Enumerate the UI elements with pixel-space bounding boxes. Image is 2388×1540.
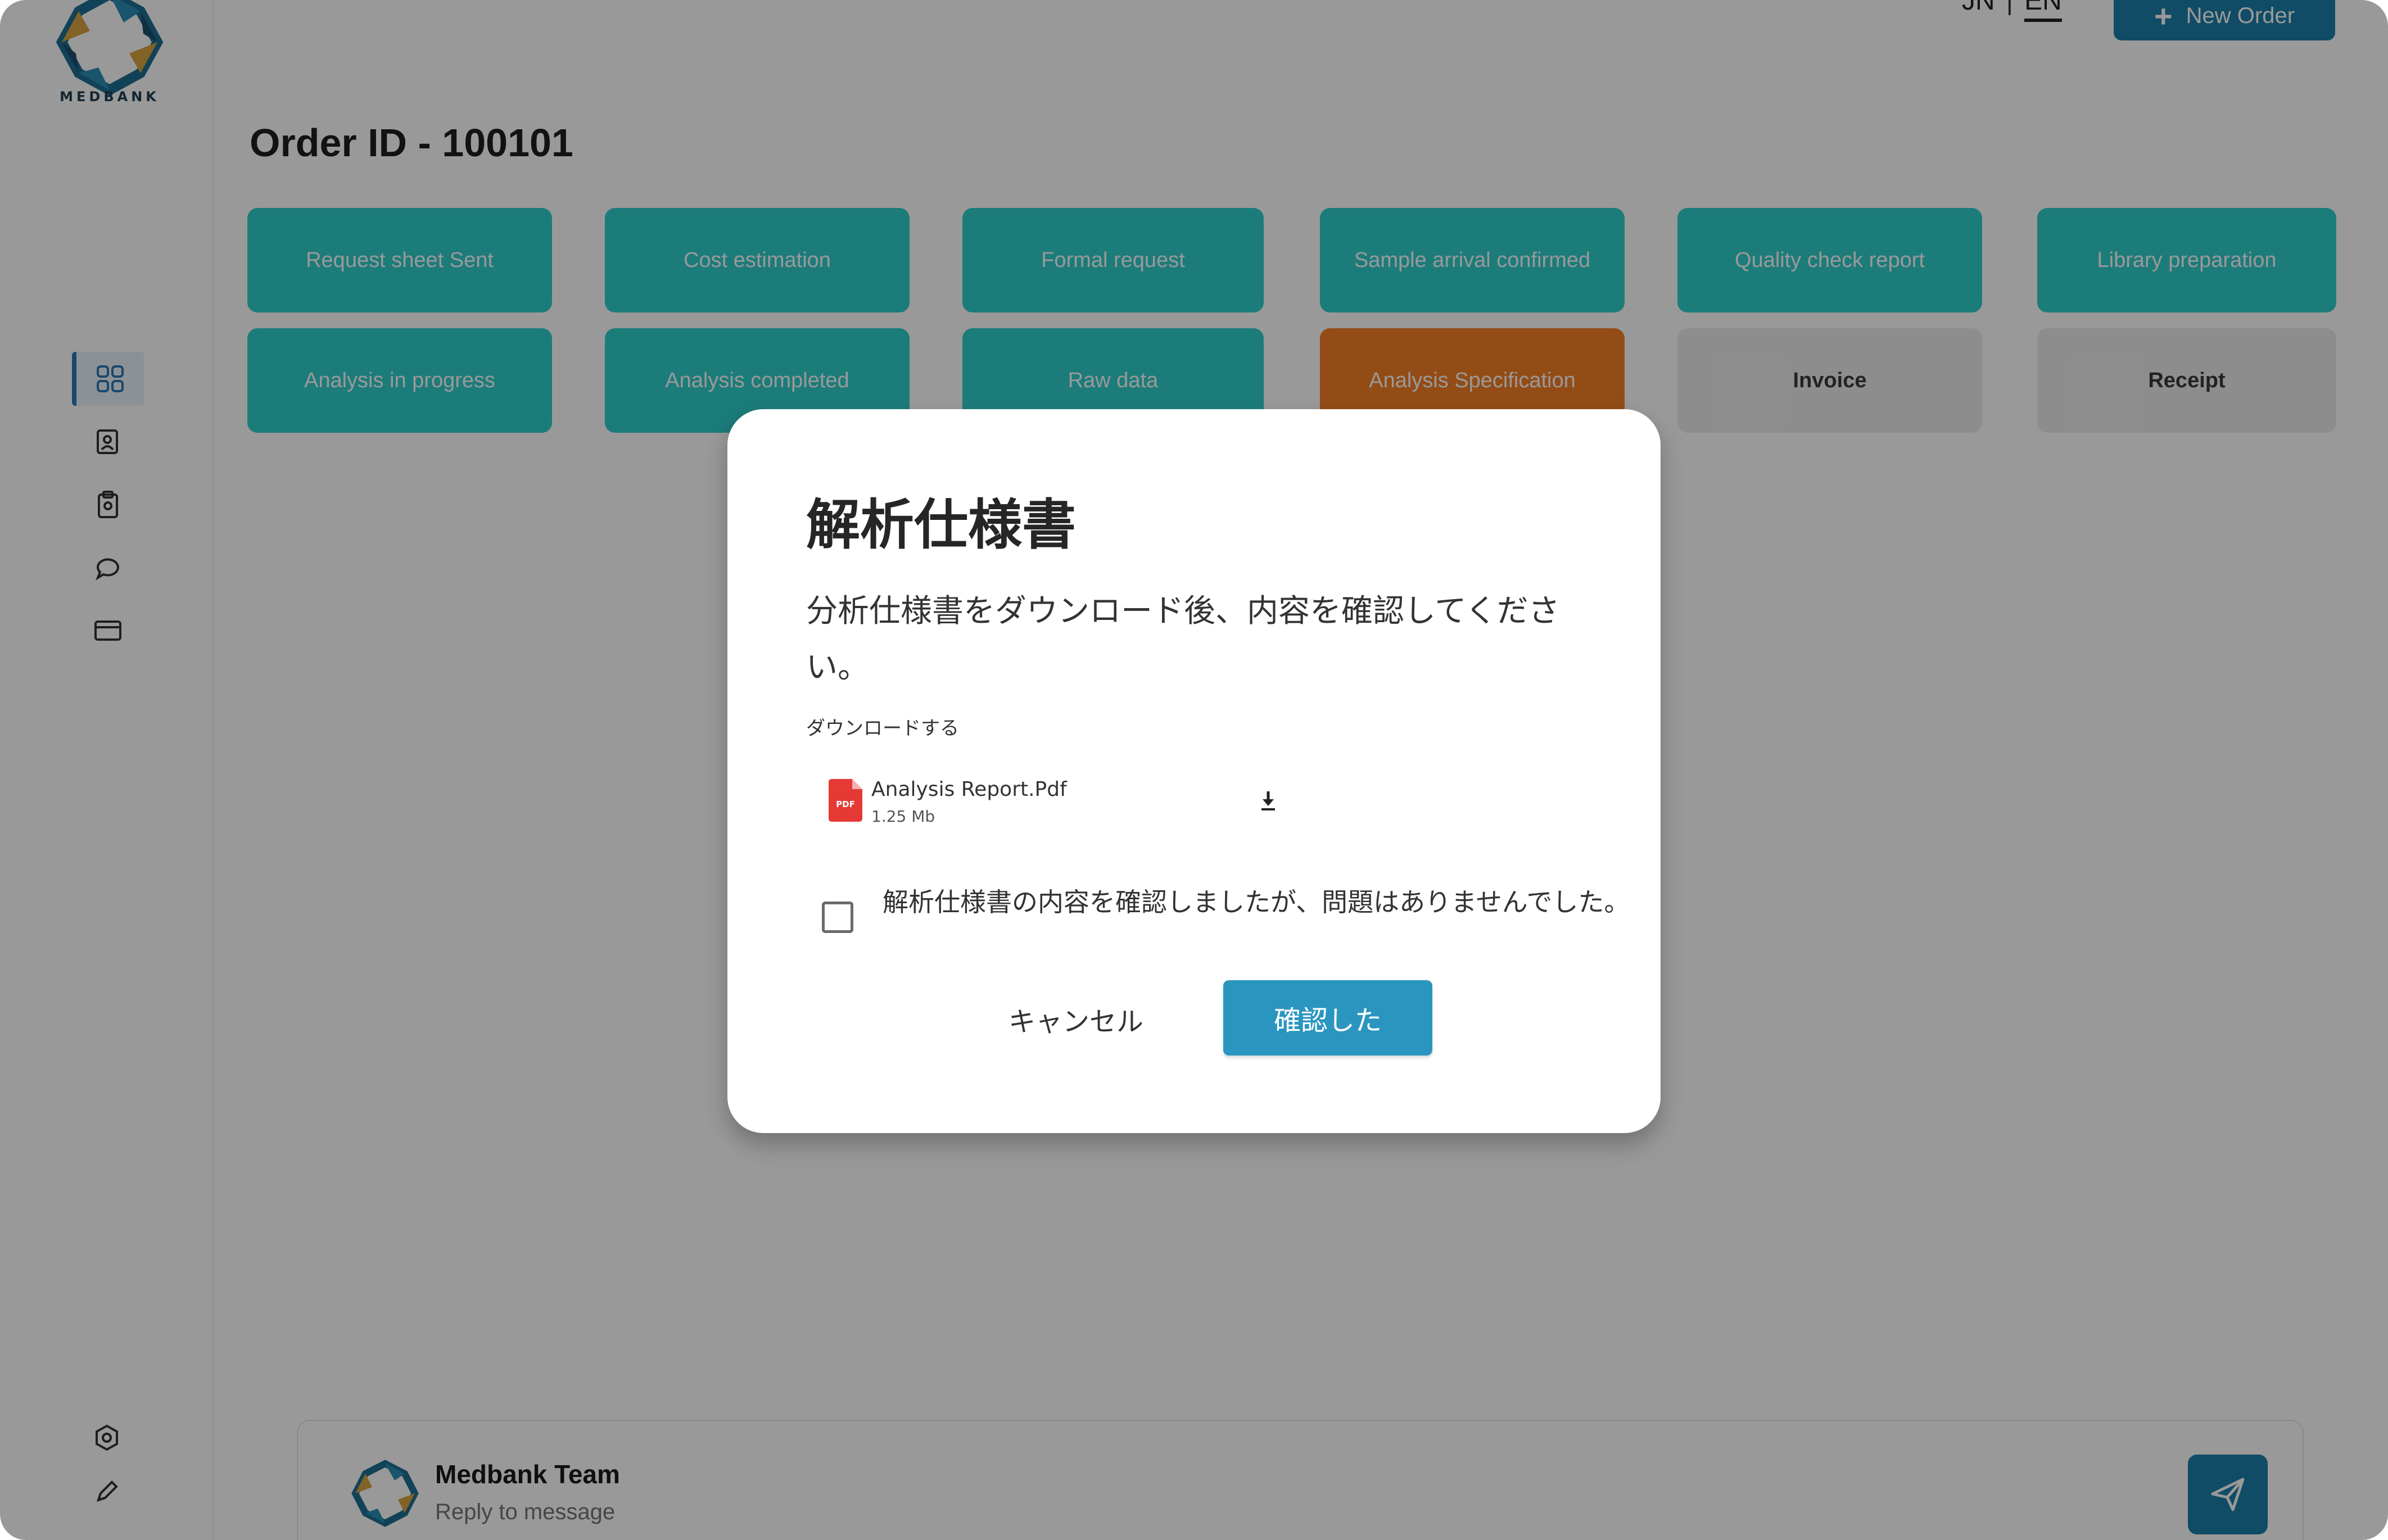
download-label: ダウンロードする (806, 717, 959, 740)
cancel-button[interactable]: キャンセル (980, 982, 1172, 1056)
dialog-title: 解析仕様書 (806, 493, 1076, 556)
file-name[interactable]: Analysis Report.Pdf (871, 778, 1067, 801)
confirm-button[interactable]: 確認した (1223, 980, 1432, 1056)
dialog-description: 分析仕様書をダウンロード後、内容を確認してください。 (806, 593, 1560, 686)
file-size: 1.25 Mb (871, 807, 935, 826)
analysis-spec-dialog: 解析仕様書 分析仕様書をダウンロード後、内容を確認してください。 ダウンロードす… (727, 409, 1661, 1133)
checkbox-label: 解析仕様書の内容を確認しましたが、問題はありませんでした。 (883, 887, 1630, 917)
app-window: MEDBANK JN | EN + New Order Order ID - 1… (0, 0, 2388, 1540)
confirm-checkbox[interactable] (822, 902, 853, 933)
pdf-badge-text: PDF (836, 799, 855, 809)
pdf-file-icon[interactable]: PDF (829, 779, 862, 822)
download-icon[interactable] (1258, 789, 1278, 812)
